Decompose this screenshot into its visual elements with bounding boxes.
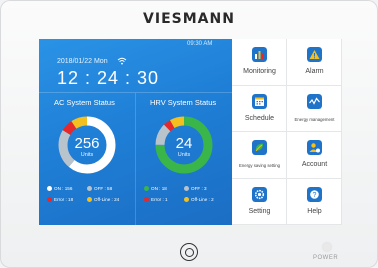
leaf-icon [252,140,267,155]
ac-system-title: AC System Status [54,98,115,107]
hrv-system-title: HRV System Status [150,98,217,107]
legend-dot [144,197,149,202]
legend-dot [47,197,52,202]
alarm-button[interactable]: Alarm [287,39,342,86]
ac-legend-on: ON : 156 [47,186,72,191]
menu-grid: Monitoring Alarm Schedule Energy managem… [232,39,342,225]
gear-icon [252,186,267,202]
setting-button[interactable]: Setting [232,178,287,225]
hrv-legend: ON : 18 OFF : 3 Error : 1 Off-Line : 2 [144,186,230,208]
energy-saving-setting-button[interactable]: Energy saving setting [232,132,287,179]
hrv-legend-on: ON : 18 [144,186,167,191]
monitoring-button[interactable]: Monitoring [232,39,287,86]
wifi-icon [117,57,127,65]
power-label: POWER [313,255,339,261]
schedule-button[interactable]: Schedule [232,85,287,132]
legend-dot [87,197,92,202]
ac-unit-label: Units [80,152,94,158]
legend-dot [184,197,189,202]
legend-dot [184,186,189,191]
hrv-legend-error: Error : 1 [144,197,168,202]
help-icon: ? [307,186,322,202]
user-icon [307,140,322,155]
date-label: 2018/01/22 Mon [57,58,108,65]
brand-logo: VIESMANN [143,11,235,27]
status-bar-time: 09:30 AM [187,41,213,47]
warning-icon [307,47,322,62]
power-indicator-icon[interactable] [323,243,331,251]
hrv-total-count: 24 [175,135,193,152]
ac-legend-error: Error : 18 [47,197,73,202]
ac-legend-offline: Off-Line : 24 [87,197,119,202]
legend-dot [87,186,92,191]
ac-system-status[interactable]: AC System Status 256 Units ON : 156 OFF … [39,93,135,225]
hrv-system-status[interactable]: HRV System Status 24 Units ON : 18 OFF :… [136,93,232,225]
ac-legend-off: OFF : 58 [87,186,112,191]
energy-wave-icon [307,93,322,109]
home-icon [185,248,194,257]
home-button[interactable] [180,243,198,261]
clock-display: 12 : 24 : 30 [57,68,160,88]
status-panel: 09:30 AM 2018/01/22 Mon 12 : 24 : 30 AC … [39,39,232,225]
energy-management-button[interactable]: Energy management [287,85,342,132]
legend-dot [144,186,149,191]
hrv-unit-label: Units [177,152,191,158]
calendar-icon [252,93,267,109]
bar-chart-icon [252,47,267,62]
legend-dot [47,186,52,191]
touch-screen: 09:30 AM 2018/01/22 Mon 12 : 24 : 30 AC … [39,39,342,225]
account-button[interactable]: Account [287,132,342,179]
ac-legend: ON : 156 OFF : 58 Error : 18 Off-Line : … [47,186,133,208]
help-button[interactable]: ? Help [287,178,342,225]
hrv-legend-off: OFF : 3 [184,186,207,191]
ac-total-count: 256 [74,135,100,152]
hrv-legend-offline: Off-Line : 2 [184,197,214,202]
controller-device: VIESMANN 09:30 AM 2018/01/22 Mon 12 : 24… [0,0,378,268]
svg-text:?: ? [313,192,317,199]
